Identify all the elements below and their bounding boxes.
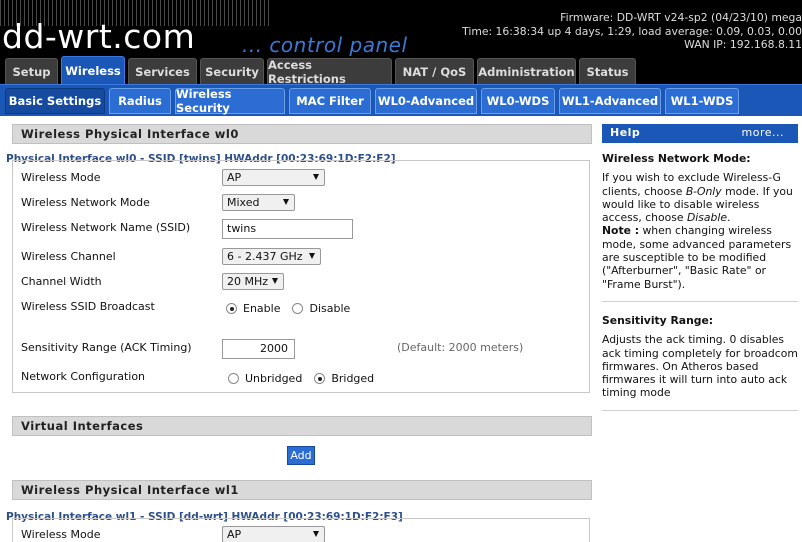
channel-width-select[interactable]: 20 MHz	[222, 273, 284, 290]
system-info: Firmware: DD-WRT v24-sp2 (04/23/10) mega…	[462, 11, 802, 52]
enable-label: Enable	[243, 302, 281, 315]
network-config-label: Network Configuration	[21, 370, 146, 383]
ssid-broadcast-label: Wireless SSID Broadcast	[21, 300, 155, 313]
content-area: Wireless Physical Interface wl0 Physical…	[0, 116, 802, 542]
tab-security[interactable]: Security	[200, 58, 264, 84]
wan-ip-info: WAN IP: 192.168.8.11	[684, 38, 802, 51]
subtab-wl0-advanced[interactable]: WL0-Advanced	[375, 88, 477, 114]
network-mode-value: Mixed	[227, 196, 260, 209]
subtab-mac-filter[interactable]: MAC Filter	[289, 88, 371, 114]
help-header: Help more...	[602, 124, 798, 143]
subtab-radius[interactable]: Radius	[109, 88, 171, 114]
sub-tabs: Basic Settings Radius Wireless Security …	[5, 87, 743, 115]
subtab-basic-settings[interactable]: Basic Settings	[5, 88, 105, 114]
subtab-wireless-security[interactable]: Wireless Security	[175, 87, 285, 115]
tab-wireless[interactable]: Wireless	[61, 56, 125, 84]
chevron-down-icon	[272, 278, 278, 284]
tab-administration[interactable]: Administration	[477, 58, 576, 84]
tab-status[interactable]: Status	[579, 58, 636, 84]
ssid-broadcast-group: Enable Disable	[226, 302, 360, 315]
channel-width-value: 20 MHz	[227, 275, 269, 288]
ssid-input[interactable]: twins	[222, 219, 353, 239]
subtab-wl0-wds[interactable]: WL0-WDS	[481, 88, 555, 114]
subtab-wl1-advanced[interactable]: WL1-Advanced	[559, 88, 661, 114]
network-config-group: Unbridged Bridged	[228, 372, 384, 385]
channel-width-label: Channel Width	[21, 275, 102, 288]
sensitivity-label: Sensitivity Range (ACK Timing)	[21, 341, 192, 354]
unbridged-label: Unbridged	[245, 372, 303, 385]
wireless-mode-select[interactable]: AP	[222, 169, 325, 186]
logo: dd-wrt.com	[2, 17, 196, 56]
ssid-label: Wireless Network Name (SSID)	[21, 221, 191, 234]
help-title: Help	[610, 126, 641, 139]
uptime-info: Time: 16:38:34 up 4 days, 1:29, load ave…	[462, 24, 802, 38]
help-sensitivity-heading: Sensitivity Range:	[602, 313, 714, 327]
bridged-label: Bridged	[331, 372, 375, 385]
tab-access-restrictions[interactable]: Access Restrictions	[267, 58, 392, 86]
section-virtual-interfaces: Virtual Interfaces	[12, 416, 592, 436]
help-divider	[602, 300, 798, 302]
bridged-radio[interactable]	[314, 373, 326, 384]
channel-label: Wireless Channel	[21, 250, 116, 263]
channel-select[interactable]: 6 - 2.437 GHz	[222, 248, 321, 265]
tab-nat-qos[interactable]: NAT / QoS	[395, 58, 474, 84]
chevron-down-icon	[309, 253, 315, 259]
section-wl1: Wireless Physical Interface wl1	[12, 480, 592, 500]
section-wl0: Wireless Physical Interface wl0	[12, 124, 592, 144]
sensitivity-input[interactable]: 2000	[222, 339, 295, 359]
wl1-wireless-mode-select[interactable]: AP	[222, 526, 325, 542]
ssid-broadcast-disable-radio[interactable]	[292, 303, 304, 314]
subtab-wl1-wds[interactable]: WL1-WDS	[665, 88, 739, 114]
disable-label: Disable	[309, 302, 351, 315]
wireless-mode-label: Wireless Mode	[21, 171, 101, 184]
wl1-wireless-mode-label: Wireless Mode	[21, 528, 101, 541]
help-note-text: Note : when changing wireless mode, some…	[602, 224, 792, 291]
sensitivity-hint: (Default: 2000 meters)	[397, 341, 524, 354]
wireless-mode-value: AP	[227, 171, 242, 184]
help-mode-text: If you wish to exclude Wireless-G client…	[602, 171, 793, 225]
wl1-wireless-mode-value: AP	[227, 528, 242, 541]
network-mode-label: Wireless Network Mode	[21, 196, 150, 209]
main-tabs: Setup Wireless Services Security Access …	[5, 56, 639, 86]
channel-value: 6 - 2.437 GHz	[227, 250, 303, 263]
help-more-link[interactable]: more...	[742, 124, 784, 142]
chevron-down-icon	[313, 174, 319, 180]
network-mode-select[interactable]: Mixed	[222, 194, 295, 211]
chevron-down-icon	[313, 531, 319, 537]
ssid-broadcast-enable-radio[interactable]	[226, 303, 237, 314]
chevron-down-icon	[283, 199, 289, 205]
add-virtual-interface-button[interactable]: Add	[287, 446, 315, 465]
help-mode-heading: Wireless Network Mode:	[602, 152, 751, 165]
router-control-panel: dd-wrt.com ... control panel Firmware: D…	[0, 0, 802, 542]
tab-setup[interactable]: Setup	[5, 58, 58, 84]
help-body: Wireless Network Mode: If you wish to ex…	[602, 152, 798, 423]
unbridged-radio[interactable]	[228, 373, 239, 384]
help-sensitivity-text: Adjusts the ack timing. 0 disables ack t…	[602, 333, 798, 400]
tab-services[interactable]: Services	[128, 58, 197, 84]
help-divider	[602, 409, 798, 411]
tagline: ... control panel	[242, 33, 408, 57]
firmware-info: Firmware: DD-WRT v24-sp2 (04/23/10) mega	[560, 11, 802, 24]
